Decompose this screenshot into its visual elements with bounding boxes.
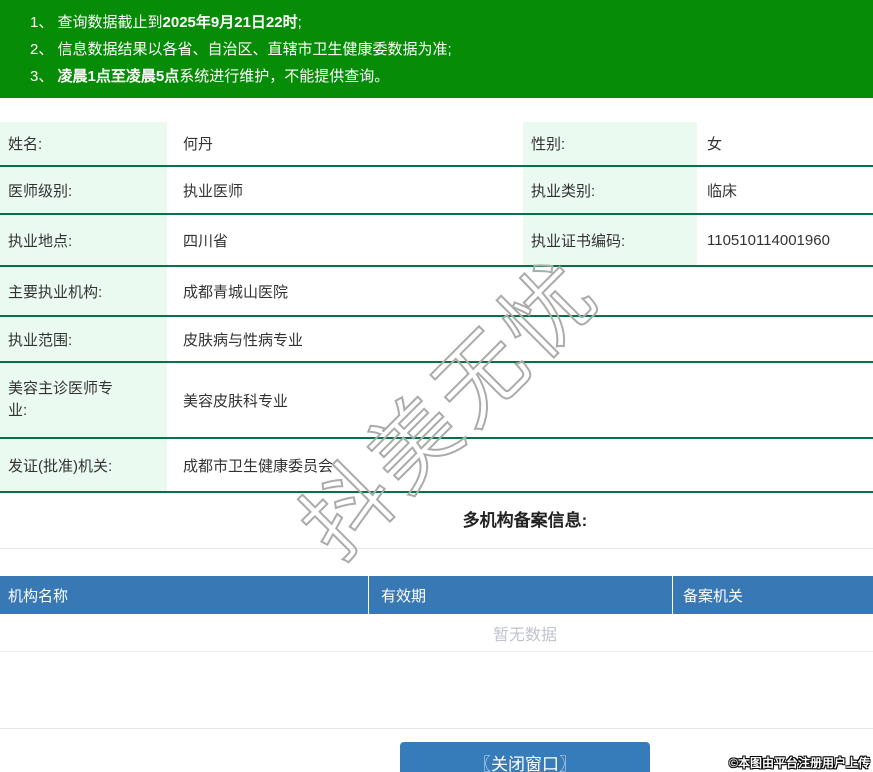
filing-section-title: 多机构备案信息: — [462, 511, 588, 530]
header-cell-authority: 备案机关 — [683, 587, 744, 605]
field-label: 性别: — [523, 122, 697, 165]
field-value: 女 — [707, 136, 723, 153]
notice-line: 3、 凌晨1点至凌晨5点系统进行维护，不能提供查询。 — [30, 63, 873, 90]
notice-text: 系统进行维护，不能提供查询。 — [179, 68, 390, 85]
divider-line — [0, 728, 873, 729]
field-value: 临床 — [707, 182, 738, 200]
notice-line: 1、 查询数据截止到2025年9月21日22时; — [30, 9, 873, 36]
notice-text: 1、 查询数据截止到 — [30, 14, 163, 31]
header-cell-institution: 机构名称 — [0, 576, 369, 614]
notice-text: 3、 — [30, 68, 58, 85]
field-label: 姓名: — [0, 122, 167, 165]
field-label: 执业范围: — [0, 317, 167, 361]
field-value: 执业医师 — [183, 182, 244, 200]
page-container: 1、 查询数据截止到2025年9月21日22时; 2、 信息数据结果以各省、自治… — [0, 0, 873, 772]
table-row: 姓名: 何丹 性别: 女 — [0, 122, 873, 167]
field-label: 发证(批准)机关: — [0, 439, 167, 491]
table-row: 发证(批准)机关: 成都市卫生健康委员会 — [0, 439, 873, 493]
field-value: 四川省 — [183, 232, 229, 250]
field-value: 何丹 — [183, 136, 214, 153]
table-row: 医师级别: 执业医师 执业类别: 临床 — [0, 167, 873, 215]
practitioner-info-table: 姓名: 何丹 性别: 女 医师级别: 执业医师 执业类别: 临床 执业地点: 四… — [0, 122, 873, 493]
empty-state: 暂无数据 — [0, 614, 873, 652]
close-window-button[interactable]: 〖关闭窗口〗 — [400, 742, 650, 772]
table-row: 主要执业机构: 成都青城山医院 — [0, 267, 873, 317]
field-value: 成都青城山医院 — [183, 283, 289, 301]
field-value: 成都市卫生健康委员会 — [183, 457, 334, 475]
table-row: 执业地点: 四川省 执业证书编码: 110510114001960 — [0, 215, 873, 267]
filing-table-header: 机构名称 有效期 备案机关 — [0, 576, 873, 614]
table-row: 执业范围: 皮肤病与性病专业 — [0, 317, 873, 363]
header-cell-validity: 有效期 — [369, 576, 673, 614]
upload-caption: ©本图由平台注册用户上传 — [729, 756, 870, 770]
notice-text-bold: 2025年9月21日22时 — [162, 14, 298, 31]
field-value: 110510114001960 — [707, 231, 830, 249]
field-label: 执业证书编码: — [523, 215, 697, 265]
table-row: 美容主诊医师专业: 美容皮肤科专业 — [0, 363, 873, 439]
field-label: 执业类别: — [523, 167, 697, 213]
divider-line — [0, 548, 873, 549]
field-label: 执业地点: — [0, 215, 167, 265]
field-label: 美容主诊医师专业: — [0, 363, 167, 437]
field-value: 美容皮肤科专业 — [183, 392, 289, 410]
field-label: 主要执业机构: — [0, 267, 167, 315]
notice-text-bold: 凌晨1点至凌晨5点 — [57, 68, 180, 85]
notice-text: ; — [297, 14, 302, 31]
field-value: 皮肤病与性病专业 — [183, 331, 304, 349]
field-label-text: 美容主诊医师专业: — [8, 380, 114, 419]
notice-line: 2、 信息数据结果以各省、自治区、直辖市卫生健康委数据为准; — [30, 36, 873, 63]
field-label: 医师级别: — [0, 167, 167, 213]
notice-banner: 1、 查询数据截止到2025年9月21日22时; 2、 信息数据结果以各省、自治… — [0, 0, 873, 98]
notice-text: 2、 信息数据结果以各省、自治区、直辖市卫生健康委数据为准; — [30, 41, 452, 58]
